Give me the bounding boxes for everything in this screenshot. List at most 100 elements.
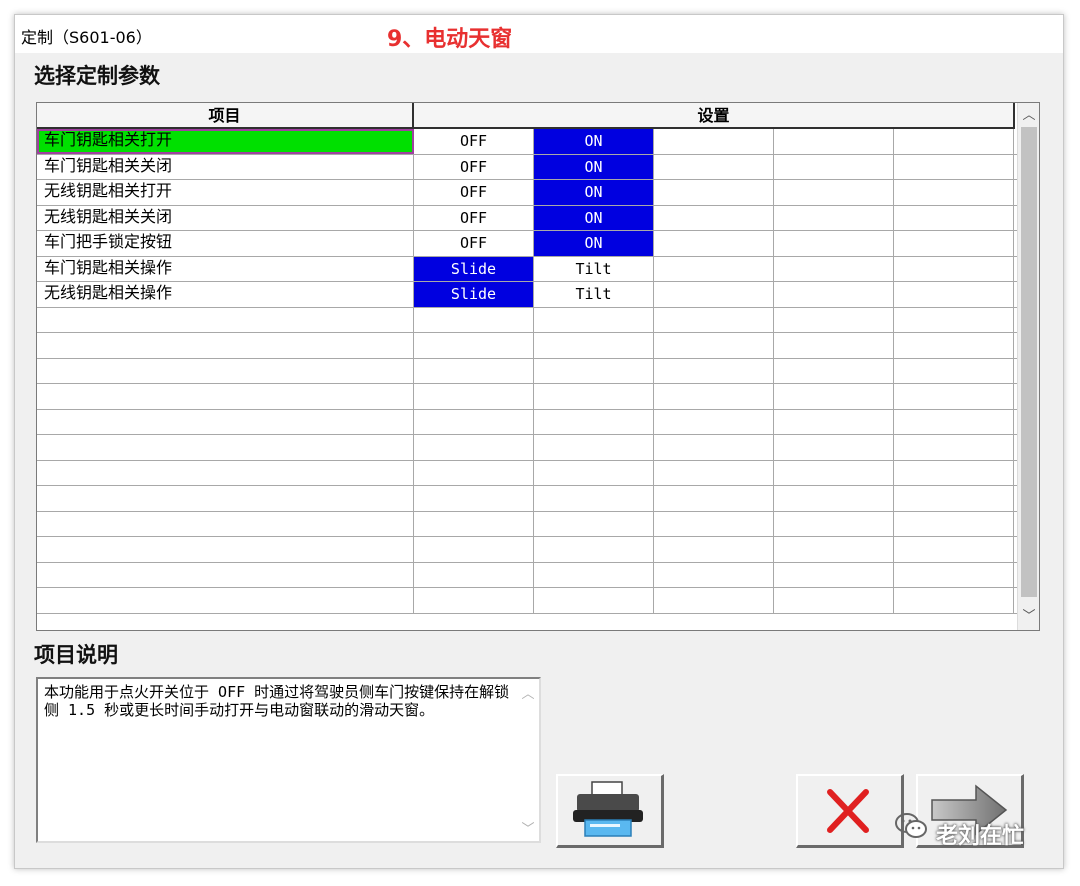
setting-cell[interactable]	[414, 588, 534, 613]
setting-cell[interactable]	[894, 333, 1014, 358]
table-row[interactable]	[37, 384, 1017, 410]
item-cell[interactable]	[37, 307, 414, 332]
setting-cell[interactable]	[534, 460, 654, 485]
setting-cell[interactable]	[774, 358, 894, 383]
table-row[interactable]	[37, 460, 1017, 486]
setting-cell[interactable]	[414, 384, 534, 409]
setting-cell[interactable]	[774, 384, 894, 409]
table-row[interactable]: 车门钥匙相关关闭 OFF ON	[37, 154, 1017, 180]
table-row[interactable]: 无线钥匙相关关闭 OFF ON	[37, 205, 1017, 231]
setting-cell[interactable]: Slide	[414, 256, 534, 281]
setting-cell[interactable]	[654, 180, 774, 205]
setting-cell[interactable]	[774, 562, 894, 587]
setting-cell[interactable]	[774, 154, 894, 179]
item-cell[interactable]	[37, 486, 414, 511]
setting-cell[interactable]	[654, 537, 774, 562]
setting-cell[interactable]	[894, 307, 1014, 332]
setting-cell[interactable]	[894, 358, 1014, 383]
setting-cell[interactable]	[654, 307, 774, 332]
setting-cell[interactable]	[534, 435, 654, 460]
setting-cell[interactable]	[774, 205, 894, 230]
setting-cell[interactable]: ON	[534, 205, 654, 230]
setting-cell[interactable]	[534, 409, 654, 434]
setting-cell[interactable]	[894, 562, 1014, 587]
setting-cell[interactable]	[534, 588, 654, 613]
cancel-button[interactable]	[796, 774, 904, 848]
setting-cell[interactable]	[654, 129, 774, 154]
item-cell[interactable]: 无线钥匙相关关闭	[37, 205, 414, 230]
setting-cell[interactable]	[654, 409, 774, 434]
scroll-down-icon[interactable]: ﹀	[517, 818, 539, 837]
setting-cell[interactable]	[534, 358, 654, 383]
item-cell[interactable]	[37, 562, 414, 587]
setting-cell[interactable]	[774, 409, 894, 434]
item-cell[interactable]: 无线钥匙相关打开	[37, 180, 414, 205]
setting-cell[interactable]	[774, 486, 894, 511]
setting-cell[interactable]	[774, 129, 894, 154]
setting-cell[interactable]	[654, 384, 774, 409]
setting-cell[interactable]	[534, 307, 654, 332]
setting-cell[interactable]	[414, 460, 534, 485]
setting-cell[interactable]	[894, 435, 1014, 460]
table-row[interactable]: 车门钥匙相关打开 OFF ON	[37, 129, 1017, 155]
setting-cell[interactable]	[414, 511, 534, 536]
setting-cell[interactable]	[534, 562, 654, 587]
setting-cell[interactable]	[894, 588, 1014, 613]
setting-cell[interactable]	[654, 460, 774, 485]
scroll-up-icon[interactable]: ︿	[1018, 105, 1039, 127]
setting-cell[interactable]	[654, 231, 774, 256]
setting-cell[interactable]	[654, 205, 774, 230]
setting-cell[interactable]	[654, 358, 774, 383]
setting-cell[interactable]	[654, 256, 774, 281]
setting-cell[interactable]	[534, 511, 654, 536]
scroll-up-icon[interactable]: ︿	[517, 683, 539, 702]
setting-cell[interactable]	[654, 562, 774, 587]
item-cell[interactable]	[37, 358, 414, 383]
item-cell[interactable]	[37, 435, 414, 460]
setting-cell[interactable]: OFF	[414, 129, 534, 154]
setting-cell[interactable]: OFF	[414, 205, 534, 230]
setting-cell[interactable]	[534, 333, 654, 358]
item-cell[interactable]: 车门钥匙相关关闭	[37, 154, 414, 179]
setting-cell[interactable]	[534, 537, 654, 562]
scrollbar-thumb[interactable]	[1021, 127, 1037, 597]
table-row[interactable]	[37, 486, 1017, 512]
setting-cell[interactable]	[654, 154, 774, 179]
setting-cell[interactable]	[774, 333, 894, 358]
setting-cell[interactable]	[414, 537, 534, 562]
setting-cell[interactable]	[414, 435, 534, 460]
setting-cell[interactable]	[894, 409, 1014, 434]
table-row[interactable]: 无线钥匙相关操作 Slide Tilt	[37, 282, 1017, 308]
item-cell[interactable]	[37, 537, 414, 562]
setting-cell[interactable]: Tilt	[534, 256, 654, 281]
setting-cell[interactable]	[654, 435, 774, 460]
item-cell[interactable]: 车门钥匙相关打开	[37, 129, 414, 154]
setting-cell[interactable]	[414, 562, 534, 587]
print-button[interactable]	[556, 774, 664, 848]
setting-cell[interactable]	[894, 511, 1014, 536]
item-cell[interactable]	[37, 588, 414, 613]
setting-cell[interactable]: ON	[534, 129, 654, 154]
setting-cell[interactable]	[894, 154, 1014, 179]
setting-cell[interactable]	[774, 435, 894, 460]
setting-cell[interactable]	[414, 358, 534, 383]
setting-cell[interactable]	[774, 537, 894, 562]
item-cell[interactable]	[37, 333, 414, 358]
setting-cell[interactable]: OFF	[414, 180, 534, 205]
setting-cell[interactable]: ON	[534, 154, 654, 179]
item-cell[interactable]	[37, 511, 414, 536]
setting-cell[interactable]	[654, 511, 774, 536]
table-row[interactable]	[37, 435, 1017, 461]
table-row[interactable]	[37, 409, 1017, 435]
table-row[interactable]	[37, 333, 1017, 359]
setting-cell[interactable]	[894, 486, 1014, 511]
setting-cell[interactable]	[774, 180, 894, 205]
scroll-down-icon[interactable]: ﹀	[1018, 606, 1039, 628]
setting-cell[interactable]	[774, 256, 894, 281]
setting-cell[interactable]: Slide	[414, 282, 534, 307]
setting-cell[interactable]	[654, 282, 774, 307]
setting-cell[interactable]	[654, 486, 774, 511]
setting-cell[interactable]	[414, 409, 534, 434]
table-row[interactable]	[37, 537, 1017, 563]
setting-cell[interactable]	[654, 588, 774, 613]
